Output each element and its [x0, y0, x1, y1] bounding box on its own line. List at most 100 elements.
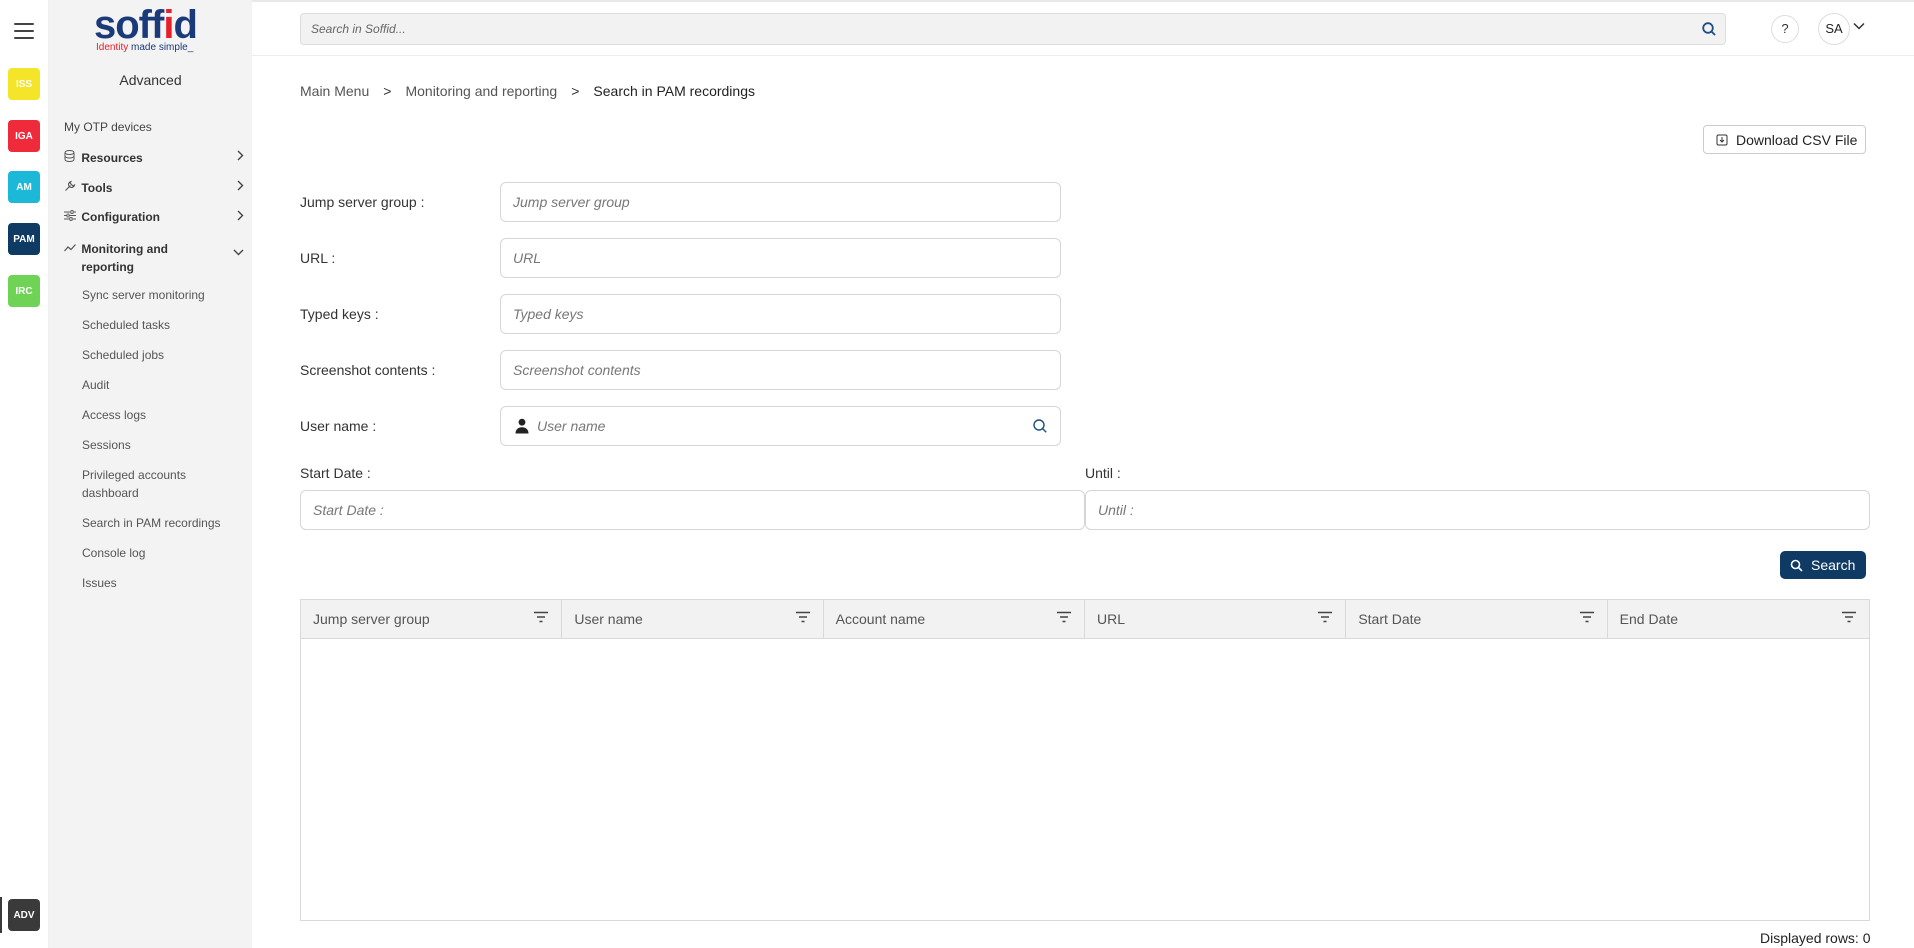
- sidebar-subitem-issues[interactable]: Issues: [82, 574, 242, 592]
- column-header-user-name[interactable]: User name: [562, 600, 824, 639]
- app-tile-irc[interactable]: IRC: [8, 275, 40, 307]
- user-icon: [515, 418, 529, 434]
- screenshot-contents-label: Screenshot contents :: [300, 362, 436, 378]
- sidebar-subitem-audit[interactable]: Audit: [82, 376, 242, 394]
- filter-icon[interactable]: [1056, 611, 1072, 623]
- download-csv-label: Download CSV File: [1736, 131, 1858, 148]
- global-search-input[interactable]: [311, 14, 1691, 44]
- start-date-input[interactable]: [313, 491, 1018, 529]
- sidebar-item-configuration[interactable]: Configuration: [64, 210, 244, 224]
- filter-icon[interactable]: [533, 611, 549, 623]
- filter-icon[interactable]: [1317, 611, 1333, 623]
- breadcrumb-separator: >: [571, 83, 580, 99]
- sidebar-item-label: My OTP devices: [64, 120, 152, 134]
- selected-indicator: [0, 897, 2, 933]
- app-tile-iga[interactable]: IGA: [8, 120, 40, 152]
- app-rail: ISS IGA AM PAM IRC ADV: [0, 0, 49, 948]
- sidebar-subitem-sessions[interactable]: Sessions: [82, 436, 242, 454]
- search-icon[interactable]: [1701, 21, 1717, 37]
- breadcrumb-main-menu[interactable]: Main Menu: [300, 83, 369, 99]
- until-field: [1085, 490, 1870, 530]
- search-button-label: Search: [1811, 557, 1856, 573]
- sidebar-subitem-privileged-accounts-dashboard[interactable]: Privileged accounts dashboard: [82, 466, 212, 502]
- search-icon[interactable]: [1032, 418, 1048, 434]
- download-csv-button[interactable]: Download CSV File: [1703, 125, 1866, 154]
- typed-keys-input[interactable]: [513, 295, 1033, 333]
- column-header-jump-server-group[interactable]: Jump server group: [301, 600, 563, 639]
- app-tile-iss[interactable]: ISS: [8, 68, 40, 100]
- search-icon: [1790, 559, 1803, 572]
- user-avatar[interactable]: SA: [1818, 13, 1850, 45]
- filter-icon[interactable]: [795, 611, 811, 623]
- jump-server-group-label: Jump server group :: [300, 194, 425, 210]
- menu-icon[interactable]: [14, 23, 34, 39]
- user-name-field: [500, 406, 1061, 446]
- help-button[interactable]: ?: [1771, 15, 1799, 43]
- sidebar-subitem-sync-server-monitoring[interactable]: Sync server monitoring: [82, 286, 242, 304]
- app-tile-adv[interactable]: ADV: [8, 899, 40, 931]
- column-header-start-date[interactable]: Start Date: [1346, 600, 1608, 639]
- column-label: Start Date: [1358, 611, 1422, 627]
- sidebar-item-otp-devices[interactable]: My OTP devices: [64, 120, 244, 134]
- sidebar-subitem-access-logs[interactable]: Access logs: [82, 406, 242, 424]
- results-table: Jump server group User name Account name…: [300, 599, 1870, 921]
- url-label: URL :: [300, 250, 336, 266]
- until-input[interactable]: [1098, 491, 1803, 529]
- sidebar-item-label: Monitoring and reporting: [81, 242, 168, 274]
- column-label: User name: [574, 611, 643, 627]
- sidebar-item-label: Configuration: [81, 210, 160, 224]
- sidebar-title: Advanced: [119, 72, 182, 88]
- sidebar-item-tools[interactable]: Tools: [64, 180, 244, 195]
- filter-icon[interactable]: [1841, 611, 1857, 623]
- typed-keys-field: [500, 294, 1061, 334]
- column-header-account-name[interactable]: Account name: [824, 600, 1085, 639]
- breadcrumb-monitoring-and-reporting[interactable]: Monitoring and reporting: [405, 83, 557, 99]
- sidebar-subitem-console-log[interactable]: Console log: [82, 544, 242, 562]
- column-label: End Date: [1619, 611, 1679, 627]
- user-name-label: User name :: [300, 418, 377, 434]
- chevron-down-icon[interactable]: [1853, 19, 1865, 33]
- logo-word: soffid: [94, 3, 198, 47]
- chevron-down-icon: [233, 243, 244, 261]
- chevron-right-icon: [236, 210, 244, 224]
- sidebar: soffid Identity made simple_ Advanced My…: [49, 0, 252, 948]
- chevron-right-icon: [236, 180, 244, 194]
- url-input[interactable]: [513, 239, 1033, 277]
- sidebar-item-label: Tools: [81, 181, 113, 195]
- soffid-logo[interactable]: soffid Identity made simple_: [94, 4, 214, 56]
- start-date-field: [300, 490, 1085, 530]
- column-header-url[interactable]: URL: [1085, 600, 1347, 639]
- column-label: URL: [1096, 611, 1125, 627]
- column-label: Account name: [835, 611, 926, 627]
- sidebar-subitem-search-in-pam-recordings[interactable]: Search in PAM recordings: [82, 514, 242, 532]
- app-tile-am[interactable]: AM: [8, 171, 40, 203]
- app-tile-adv-wrap: ADV: [0, 897, 49, 933]
- app-tile-pam[interactable]: PAM: [8, 223, 40, 255]
- sidebar-item-resources[interactable]: Resources: [64, 150, 244, 165]
- sliders-icon: [64, 210, 78, 224]
- global-search: [300, 13, 1726, 45]
- sidebar-item-monitoring-and-reporting[interactable]: Monitoring and reporting: [64, 240, 244, 276]
- jump-server-group-field: [500, 182, 1061, 222]
- column-label: Jump server group: [313, 611, 430, 627]
- sidebar-subitem-scheduled-jobs[interactable]: Scheduled jobs: [82, 346, 242, 364]
- breadcrumb-separator: >: [383, 83, 392, 99]
- wrench-icon: [64, 180, 78, 195]
- filter-icon[interactable]: [1579, 611, 1595, 623]
- breadcrumb-current: Search in PAM recordings: [593, 83, 755, 99]
- screenshot-contents-input[interactable]: [513, 351, 1033, 389]
- displayed-rows-count: Displayed rows: 0: [1760, 930, 1871, 946]
- typed-keys-label: Typed keys :: [300, 306, 379, 322]
- chart-line-icon: [64, 241, 78, 259]
- column-header-end-date[interactable]: End Date: [1608, 600, 1869, 639]
- until-label: Until :: [1085, 465, 1121, 481]
- logo-tagline: Identity made simple_: [96, 42, 194, 53]
- screenshot-contents-field: [500, 350, 1061, 390]
- sidebar-item-label: Resources: [81, 151, 143, 165]
- table-header: Jump server group User name Account name…: [301, 600, 1869, 639]
- user-name-input[interactable]: [537, 407, 1007, 445]
- sidebar-subitem-scheduled-tasks[interactable]: Scheduled tasks: [82, 316, 242, 334]
- search-button[interactable]: Search: [1780, 551, 1866, 579]
- jump-server-group-input[interactable]: [513, 183, 1033, 221]
- breadcrumb: Main Menu > Monitoring and reporting > Searc…: [300, 83, 755, 99]
